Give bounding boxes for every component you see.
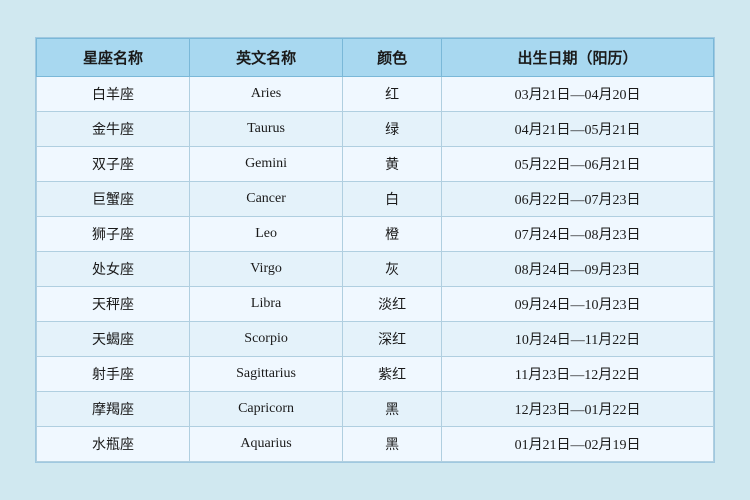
cell-birth-dates: 04月21日—05月21日	[442, 112, 714, 147]
cell-english-name: Aries	[190, 77, 343, 112]
cell-color: 黄	[343, 147, 442, 182]
table-row: 天蝎座Scorpio深红10月24日—11月22日	[37, 322, 714, 357]
table-row: 处女座Virgo灰08月24日—09月23日	[37, 252, 714, 287]
cell-chinese-name: 射手座	[37, 357, 190, 392]
cell-color: 绿	[343, 112, 442, 147]
cell-color: 橙	[343, 217, 442, 252]
zodiac-table: 星座名称 英文名称 颜色 出生日期（阳历） 白羊座Aries红03月21日—04…	[36, 38, 714, 462]
cell-color: 白	[343, 182, 442, 217]
cell-color: 红	[343, 77, 442, 112]
cell-english-name: Virgo	[190, 252, 343, 287]
header-birth-date: 出生日期（阳历）	[442, 39, 714, 77]
cell-chinese-name: 巨蟹座	[37, 182, 190, 217]
cell-english-name: Sagittarius	[190, 357, 343, 392]
cell-english-name: Taurus	[190, 112, 343, 147]
cell-chinese-name: 天蝎座	[37, 322, 190, 357]
cell-birth-dates: 10月24日—11月22日	[442, 322, 714, 357]
cell-color: 淡红	[343, 287, 442, 322]
table-row: 天秤座Libra淡红09月24日—10月23日	[37, 287, 714, 322]
table-row: 摩羯座Capricorn黑12月23日—01月22日	[37, 392, 714, 427]
cell-birth-dates: 09月24日—10月23日	[442, 287, 714, 322]
cell-chinese-name: 金牛座	[37, 112, 190, 147]
cell-color: 黑	[343, 427, 442, 462]
cell-color: 深红	[343, 322, 442, 357]
header-color: 颜色	[343, 39, 442, 77]
cell-english-name: Aquarius	[190, 427, 343, 462]
zodiac-table-container: 星座名称 英文名称 颜色 出生日期（阳历） 白羊座Aries红03月21日—04…	[35, 37, 715, 463]
table-body: 白羊座Aries红03月21日—04月20日金牛座Taurus绿04月21日—0…	[37, 77, 714, 462]
cell-chinese-name: 处女座	[37, 252, 190, 287]
cell-birth-dates: 05月22日—06月21日	[442, 147, 714, 182]
cell-birth-dates: 07月24日—08月23日	[442, 217, 714, 252]
table-row: 双子座Gemini黄05月22日—06月21日	[37, 147, 714, 182]
cell-birth-dates: 01月21日—02月19日	[442, 427, 714, 462]
table-row: 白羊座Aries红03月21日—04月20日	[37, 77, 714, 112]
cell-english-name: Leo	[190, 217, 343, 252]
cell-birth-dates: 08月24日—09月23日	[442, 252, 714, 287]
cell-chinese-name: 双子座	[37, 147, 190, 182]
cell-color: 灰	[343, 252, 442, 287]
cell-chinese-name: 白羊座	[37, 77, 190, 112]
cell-chinese-name: 天秤座	[37, 287, 190, 322]
cell-birth-dates: 06月22日—07月23日	[442, 182, 714, 217]
table-row: 狮子座Leo橙07月24日—08月23日	[37, 217, 714, 252]
cell-english-name: Capricorn	[190, 392, 343, 427]
table-row: 金牛座Taurus绿04月21日—05月21日	[37, 112, 714, 147]
header-chinese-name: 星座名称	[37, 39, 190, 77]
table-row: 水瓶座Aquarius黑01月21日—02月19日	[37, 427, 714, 462]
cell-chinese-name: 摩羯座	[37, 392, 190, 427]
cell-birth-dates: 12月23日—01月22日	[442, 392, 714, 427]
cell-chinese-name: 水瓶座	[37, 427, 190, 462]
table-row: 巨蟹座Cancer白06月22日—07月23日	[37, 182, 714, 217]
cell-chinese-name: 狮子座	[37, 217, 190, 252]
cell-english-name: Scorpio	[190, 322, 343, 357]
cell-color: 紫红	[343, 357, 442, 392]
cell-birth-dates: 11月23日—12月22日	[442, 357, 714, 392]
header-english-name: 英文名称	[190, 39, 343, 77]
table-header-row: 星座名称 英文名称 颜色 出生日期（阳历）	[37, 39, 714, 77]
cell-english-name: Gemini	[190, 147, 343, 182]
cell-english-name: Libra	[190, 287, 343, 322]
cell-color: 黑	[343, 392, 442, 427]
cell-english-name: Cancer	[190, 182, 343, 217]
table-row: 射手座Sagittarius紫红11月23日—12月22日	[37, 357, 714, 392]
cell-birth-dates: 03月21日—04月20日	[442, 77, 714, 112]
